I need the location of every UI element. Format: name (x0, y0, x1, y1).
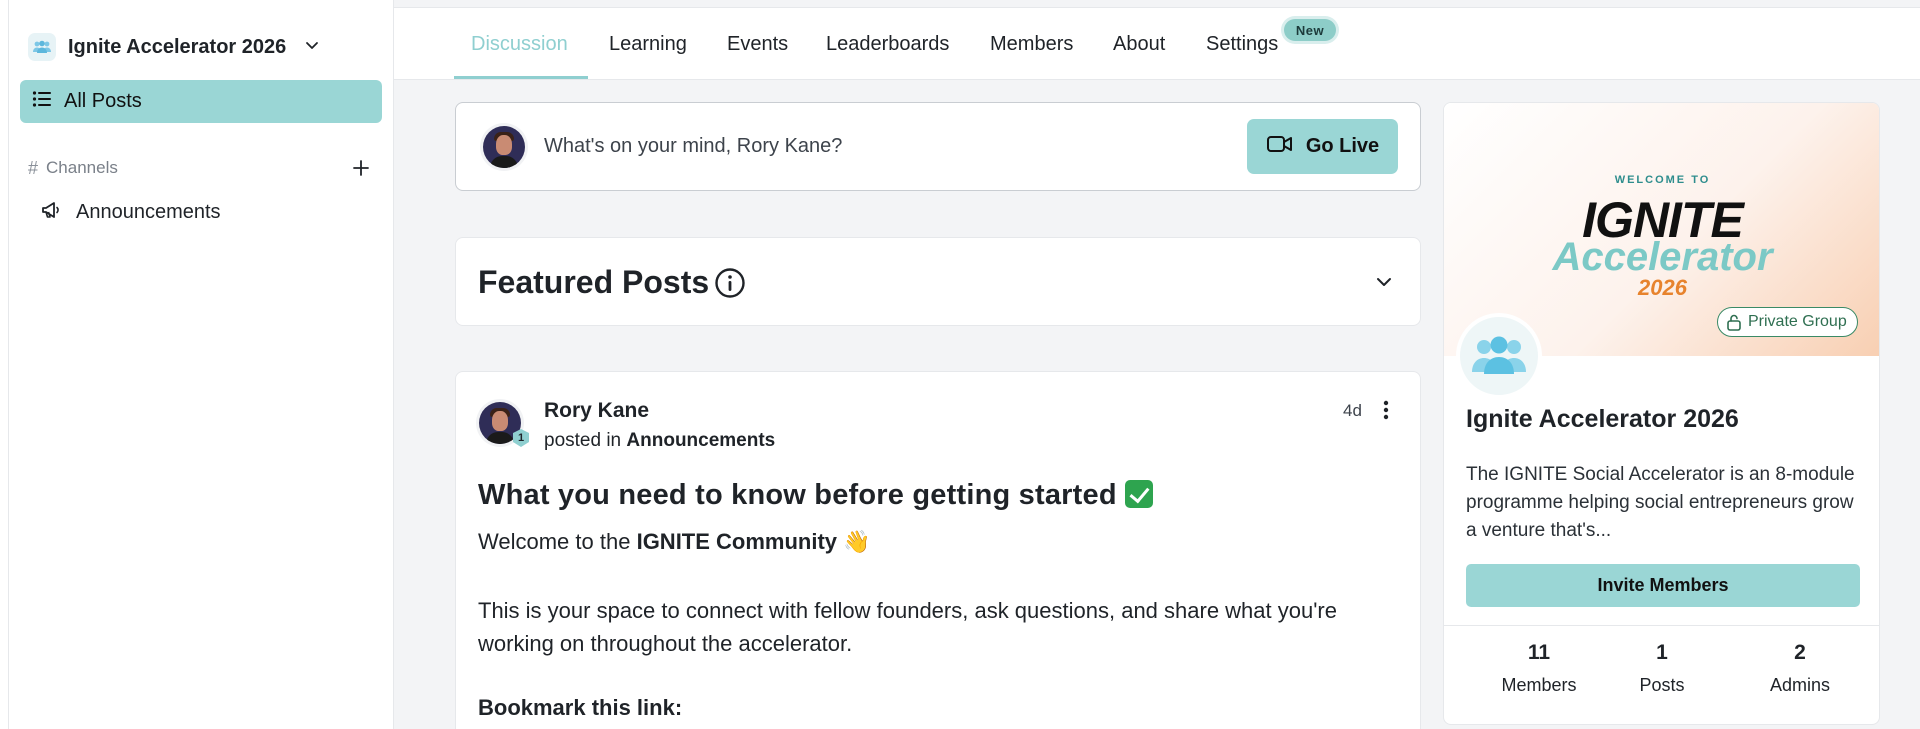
stat-members[interactable]: 11 Members (1469, 641, 1609, 696)
chevron-down-icon (1377, 278, 1391, 286)
tab-leaderboards[interactable]: Leaderboards (826, 8, 949, 80)
add-channel-button[interactable] (348, 155, 374, 181)
hash-icon: # (28, 157, 39, 178)
stat-value: 1 (1656, 641, 1668, 664)
go-live-label: Go Live (1305, 135, 1380, 157)
posted-in-prefix: posted in (544, 430, 622, 451)
active-tab-indicator (454, 76, 588, 79)
group-info-card: WELCOME TO IGNITE Accelerator 2026 Priva… (1443, 102, 1880, 725)
post-timestamp: 4d (1343, 401, 1362, 420)
group-description: The IGNITE Social Accelerator is an 8-mo… (1466, 464, 1855, 541)
plus-icon (353, 160, 369, 176)
info-icon[interactable] (714, 267, 746, 304)
post-bookmark-heading: Bookmark this link: (478, 695, 683, 720)
featured-posts-title: Featured Posts (478, 264, 710, 300)
post-welcome-line: Welcome to the IGNITE Community 👋 (478, 529, 871, 555)
group-name: Ignite Accelerator 2026 (1466, 405, 1739, 433)
welcome-community-name: IGNITE Community (636, 529, 838, 554)
post-composer: What's on your mind, Rory Kane? Go Live (455, 102, 1421, 191)
sidebar-edge (8, 0, 9, 729)
banner-welcome: WELCOME TO (1614, 174, 1711, 186)
tab-settings[interactable]: Settings (1206, 8, 1278, 80)
channels-label: Channels (46, 158, 118, 177)
post-title-text: What you need to know before getting sta… (478, 479, 1117, 511)
tab-learning[interactable]: Learning (609, 8, 687, 80)
sidebar: Ignite Accelerator 2026 All Posts # Chan… (0, 0, 394, 729)
channel-label: Announcements (76, 200, 221, 223)
post-title[interactable]: What you need to know before getting sta… (478, 479, 1153, 512)
welcome-prefix: Welcome to the (478, 529, 631, 554)
posted-in-line: posted in Announcements (544, 430, 775, 452)
invite-members-button[interactable]: Invite Members (1466, 564, 1860, 607)
post-card: 1 Rory Kane posted in Announcements 4d W… (455, 371, 1421, 729)
divider (1444, 625, 1879, 626)
private-group-badge: Private Group (1717, 307, 1858, 337)
featured-posts-panel: Featured Posts (455, 237, 1421, 326)
megaphone-icon (40, 199, 62, 226)
featured-collapse-toggle[interactable] (1370, 268, 1398, 296)
stat-posts[interactable]: 1 Posts (1592, 641, 1732, 696)
post-author[interactable]: Rory Kane (544, 399, 649, 423)
channels-header: # Channels (28, 155, 374, 181)
sidebar-item-label: All Posts (64, 90, 142, 112)
workspace-name: Ignite Accelerator 2026 (68, 35, 287, 58)
list-icon (32, 90, 52, 113)
stat-value: 11 (1527, 641, 1551, 664)
stat-label: Posts (1639, 675, 1685, 695)
privacy-label: Private Group (1748, 313, 1847, 330)
tab-about[interactable]: About (1113, 8, 1165, 80)
stat-label: Members (1501, 675, 1577, 695)
tab-events[interactable]: Events (727, 8, 788, 80)
banner-year: 2026 (1638, 275, 1687, 300)
post-more-menu-button[interactable] (1374, 396, 1398, 424)
tab-members[interactable]: Members (990, 8, 1073, 80)
waving-hand-icon: 👋 (843, 529, 871, 554)
tab-discussion[interactable]: Discussion (471, 8, 568, 80)
chevron-down-icon (304, 37, 320, 58)
check-mark-icon (1124, 480, 1153, 508)
video-camera-icon (1266, 133, 1294, 160)
stat-label: Admins (1769, 675, 1831, 695)
sidebar-item-announcements[interactable]: Announcements (40, 198, 221, 226)
group-logo-icon (1456, 313, 1542, 399)
stat-value: 2 (1794, 641, 1806, 664)
stat-admins[interactable]: 2 Admins (1730, 641, 1870, 696)
post-channel-link[interactable]: Announcements (626, 430, 775, 451)
lock-icon (1727, 314, 1741, 331)
composer-input[interactable]: What's on your mind, Rory Kane? (544, 135, 842, 158)
workspace-logo-icon (28, 33, 56, 61)
banner-subtitle: Accelerator (1552, 235, 1773, 279)
sidebar-item-all-posts[interactable]: All Posts (20, 80, 382, 123)
go-live-button[interactable]: Go Live (1247, 119, 1398, 174)
workspace-switcher[interactable]: Ignite Accelerator 2026 (28, 30, 320, 64)
more-vertical-icon (1383, 400, 1389, 420)
new-badge: New (1284, 19, 1336, 41)
tab-bar: Discussion Learning Events Leaderboards … (394, 8, 1920, 80)
post-body-text: This is your space to connect with fello… (478, 598, 1337, 656)
avatar (483, 126, 525, 168)
